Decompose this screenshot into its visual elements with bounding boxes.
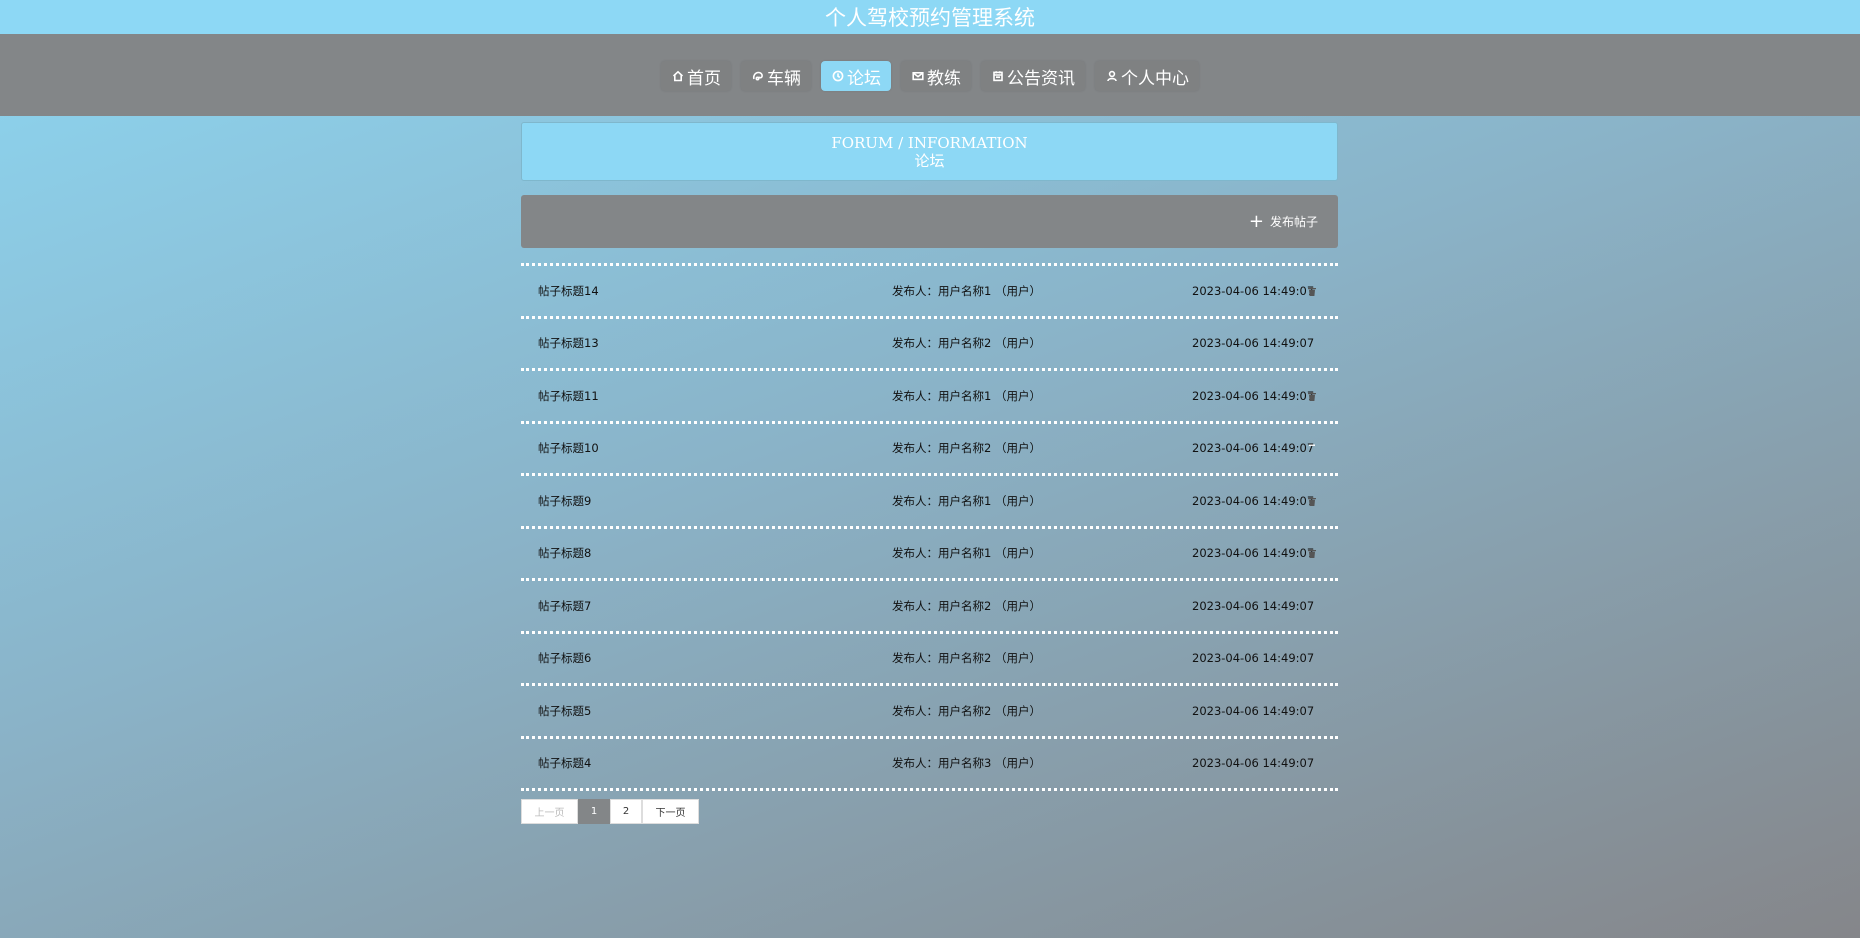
post-author: 发布人：用户名称1 （用户）: [892, 388, 1041, 403]
post-title[interactable]: 帖子标题10: [538, 440, 599, 456]
post-title[interactable]: 帖子标题14: [538, 283, 599, 299]
page-title: 论坛: [914, 151, 945, 170]
pagination: 上一页 1 2 下一页: [521, 799, 1338, 824]
post-title[interactable]: 帖子标题7: [538, 598, 591, 614]
page-header: FORUM / INFORMATION 论坛: [521, 122, 1338, 181]
post-title[interactable]: 帖子标题8: [538, 545, 591, 561]
nav-item-announcements[interactable]: 公告资讯: [981, 61, 1085, 91]
mail-icon: [911, 69, 925, 83]
publish-post-label: 发布帖子: [1269, 215, 1318, 229]
clock-icon: [831, 69, 845, 83]
nav-item-label: 教练: [927, 68, 961, 89]
post-time: 2023-04-06 14:49:07: [1192, 283, 1315, 298]
publish-post-button[interactable]: + 发布帖子: [1248, 210, 1318, 232]
post-row[interactable]: 帖子标题7 发布人：用户名称2 （用户） 2023-04-06 14:49:07: [521, 581, 1338, 634]
app-title: 个人驾校预约管理系统: [825, 6, 1035, 30]
nav-item-home[interactable]: 首页: [661, 61, 731, 91]
post-row[interactable]: 帖子标题9 发布人：用户名称1 （用户） 2023-04-06 14:49:07: [521, 476, 1338, 529]
nav-item-label: 车辆: [767, 68, 801, 89]
page-button-1[interactable]: 1: [578, 799, 610, 824]
car-icon: [751, 69, 765, 83]
post-author: 发布人：用户名称1 （用户）: [892, 546, 1041, 561]
post-author: 发布人：用户名称2 （用户）: [892, 336, 1041, 351]
post-author: 发布人：用户名称2 （用户）: [892, 651, 1041, 666]
nav-item-vehicles[interactable]: 车辆: [741, 61, 811, 91]
post-time: 2023-04-06 14:49:07: [1192, 598, 1315, 613]
post-row[interactable]: 帖子标题8 发布人：用户名称1 （用户） 2023-04-06 14:49:07: [521, 529, 1338, 581]
post-time: 2023-04-06 14:49:07: [1192, 493, 1315, 508]
page-title-en: FORUM / INFORMATION: [831, 133, 1028, 152]
trash-icon[interactable]: [1307, 495, 1317, 506]
post-title[interactable]: 帖子标题11: [538, 388, 599, 404]
post-title[interactable]: 帖子标题6: [538, 650, 591, 666]
prev-page-button[interactable]: 上一页: [521, 799, 578, 824]
post-title[interactable]: 帖子标题4: [538, 755, 591, 771]
nav-item-profile[interactable]: 个人中心: [1095, 61, 1199, 91]
nav-item-label: 公告资讯: [1007, 68, 1075, 89]
minus-icon: [1307, 443, 1317, 453]
post-time: 2023-04-06 14:49:07: [1192, 441, 1315, 456]
post-row[interactable]: 帖子标题10 发布人：用户名称2 （用户） 2023-04-06 14:49:0…: [521, 424, 1338, 476]
post-author: 发布人：用户名称2 （用户）: [892, 703, 1041, 718]
trash-icon[interactable]: [1307, 285, 1317, 296]
post-row[interactable]: 帖子标题11 发布人：用户名称1 （用户） 2023-04-06 14:49:0…: [521, 371, 1338, 424]
forum-container: FORUM / INFORMATION 论坛 + 发布帖子 帖子标题14 发布人…: [521, 122, 1338, 824]
plus-icon: +: [1248, 210, 1264, 232]
post-time: 2023-04-06 14:49:07: [1192, 388, 1315, 403]
nav-item-forum[interactable]: 论坛: [821, 61, 891, 91]
post-time: 2023-04-06 14:49:07: [1192, 546, 1315, 561]
post-time: 2023-04-06 14:49:07: [1192, 336, 1315, 351]
post-time: 2023-04-06 14:49:07: [1192, 756, 1315, 771]
trash-icon[interactable]: [1307, 548, 1317, 559]
page-button-2[interactable]: 2: [610, 799, 642, 824]
post-row[interactable]: 帖子标题14 发布人：用户名称1 （用户） 2023-04-06 14:49:0…: [521, 266, 1338, 319]
app-title-bar: 个人驾校预约管理系统: [0, 0, 1860, 34]
post-author: 发布人：用户名称3 （用户）: [892, 756, 1041, 771]
calendar-icon: [991, 69, 1005, 83]
forum-toolbar: + 发布帖子: [521, 195, 1338, 248]
nav-item-coaches[interactable]: 教练: [901, 61, 971, 91]
nav-item-label: 个人中心: [1121, 68, 1189, 89]
nav-item-label: 论坛: [847, 68, 881, 89]
post-author: 发布人：用户名称2 （用户）: [892, 598, 1041, 613]
nav-item-label: 首页: [687, 68, 721, 89]
post-title[interactable]: 帖子标题5: [538, 703, 591, 719]
post-time: 2023-04-06 14:49:07: [1192, 651, 1315, 666]
post-row[interactable]: 帖子标题5 发布人：用户名称2 （用户） 2023-04-06 14:49:07: [521, 686, 1338, 739]
home-icon: [671, 69, 685, 83]
post-author: 发布人：用户名称1 （用户）: [892, 493, 1041, 508]
main-nav: 首页 车辆 论坛 教练 公告资讯 个人中心: [0, 34, 1860, 116]
post-row[interactable]: 帖子标题4 发布人：用户名称3 （用户） 2023-04-06 14:49:07: [521, 739, 1338, 791]
trash-icon[interactable]: [1307, 390, 1317, 401]
post-row[interactable]: 帖子标题6 发布人：用户名称2 （用户） 2023-04-06 14:49:07: [521, 634, 1338, 686]
post-time: 2023-04-06 14:49:07: [1192, 703, 1315, 718]
post-author: 发布人：用户名称2 （用户）: [892, 441, 1041, 456]
post-author: 发布人：用户名称1 （用户）: [892, 283, 1041, 298]
post-title[interactable]: 帖子标题13: [538, 335, 599, 351]
post-list: 帖子标题14 发布人：用户名称1 （用户） 2023-04-06 14:49:0…: [521, 263, 1338, 791]
user-icon: [1105, 69, 1119, 83]
next-page-button[interactable]: 下一页: [642, 799, 699, 824]
post-title[interactable]: 帖子标题9: [538, 493, 591, 509]
post-row[interactable]: 帖子标题13 发布人：用户名称2 （用户） 2023-04-06 14:49:0…: [521, 319, 1338, 371]
